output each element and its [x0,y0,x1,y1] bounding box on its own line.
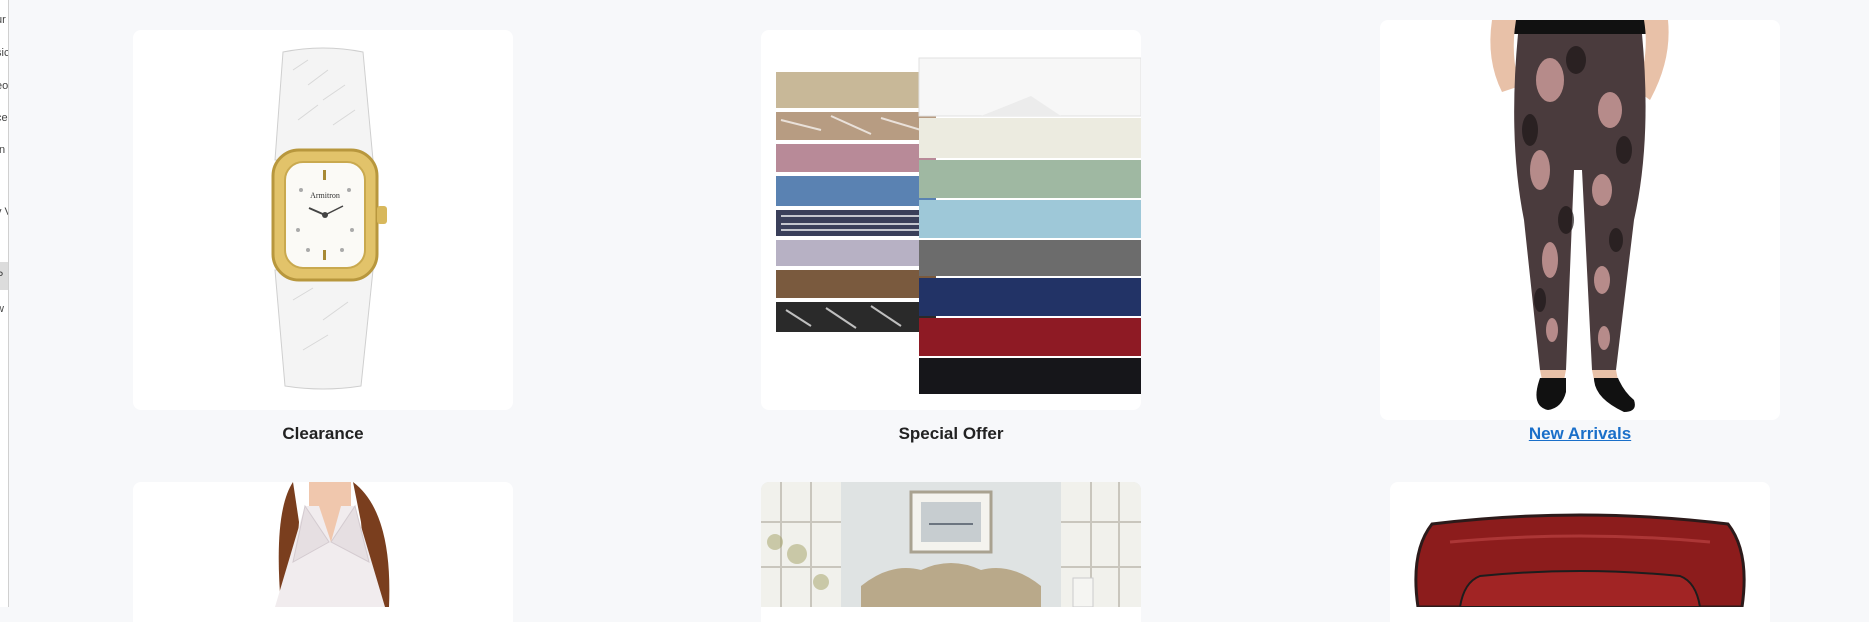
white-wristwatch-image: Armitron [271,47,387,390]
sliver-text: In [0,144,5,156]
product-tile-headboard[interactable] [761,482,1141,622]
product-tile-clearance[interactable]: Armitron [133,30,513,410]
sliver-text: sic [0,47,9,59]
product-tile-new-arrivals[interactable] [1380,20,1780,420]
product-tile-plate[interactable] [1390,482,1770,622]
product-tile-special-offer[interactable] [761,30,1141,410]
product-tile-blouse[interactable] [133,482,513,622]
svg-text:Armitron: Armitron [310,191,340,200]
background-window-sliver: ur sic eo ce In v V P w [0,0,9,607]
stacked-bedsheets-image [776,57,1141,394]
product-link-new-arrivals[interactable]: New Arrivals [1380,424,1780,444]
sliver-text: ce [0,112,8,124]
upholstered-headboard-bedroom-image [761,482,1141,607]
sliver-text: w [0,303,4,315]
product-label-special-offer[interactable]: Special Offer [761,424,1141,444]
sliver-text: P [0,270,3,282]
red-square-plate-image [1414,513,1746,607]
sliver-text: v V [0,206,8,218]
sliver-text: ur [0,14,6,26]
womens-blouse-image [275,482,390,607]
product-label-clearance[interactable]: Clearance [133,424,513,444]
patterned-leggings-image [1490,20,1669,412]
sliver-text: eo [0,80,9,92]
